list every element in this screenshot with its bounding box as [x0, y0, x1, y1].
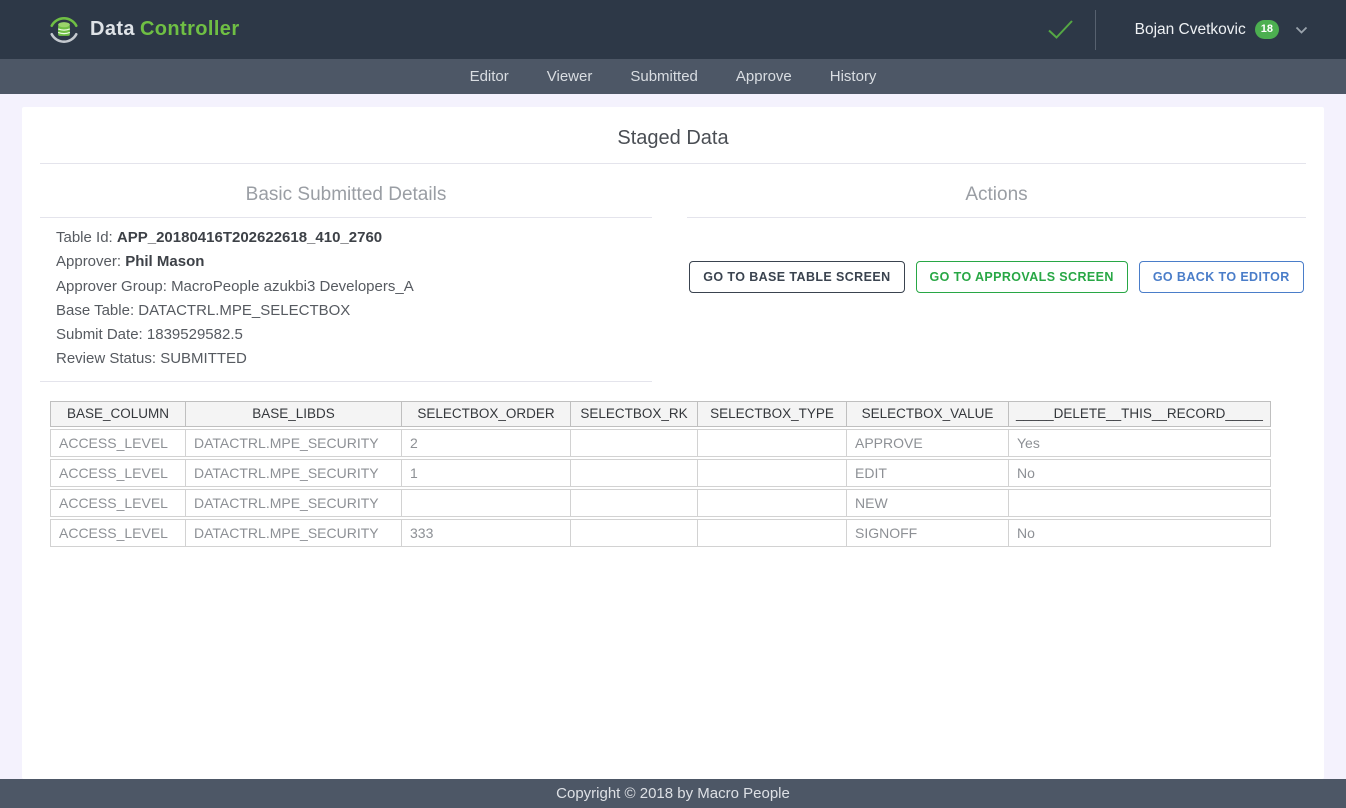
table-cell: DATACTRL.MPE_SECURITY: [185, 519, 401, 547]
copyright-text: Copyright © 2018 by Macro People: [556, 785, 790, 802]
table-cell: [570, 429, 697, 457]
basic-submitted-details-section: Basic Submitted Details Table Id: APP_20…: [40, 164, 652, 382]
table-cell: EDIT: [846, 459, 1008, 487]
column-header: BASE_COLUMN: [50, 401, 185, 427]
nav-item-viewer[interactable]: Viewer: [547, 68, 593, 85]
divider: [40, 381, 652, 382]
nav-item-submitted[interactable]: Submitted: [630, 68, 698, 85]
table-cell: DATACTRL.MPE_SECURITY: [185, 459, 401, 487]
app-logo: DataController: [48, 14, 240, 46]
detail-label: Approver Group:: [56, 278, 167, 295]
detail-value: 1839529582.5: [147, 326, 243, 343]
user-menu[interactable]: Bojan Cvetkovic 18: [1135, 20, 1308, 39]
column-header: SELECTBOX_VALUE: [846, 401, 1008, 427]
detail-label: Submit Date:: [56, 326, 143, 343]
table-cell: ACCESS_LEVEL: [50, 519, 185, 547]
detail-row: Base Table: DATACTRL.MPE_SELECTBOX: [56, 299, 652, 323]
divider: [687, 217, 1306, 218]
table-cell: NEW: [846, 489, 1008, 517]
details-list: Table Id: APP_20180416T202622618_410_276…: [40, 226, 652, 372]
column-header: SELECTBOX_ORDER: [401, 401, 570, 427]
nav-item-editor[interactable]: Editor: [470, 68, 509, 85]
chevron-down-icon: [1295, 26, 1308, 34]
column-header: _____DELETE__THIS__RECORD_____: [1008, 401, 1271, 427]
go-to-approvals-screen-button[interactable]: GO TO APPROVALS SCREEN: [916, 261, 1128, 293]
detail-value: DATACTRL.MPE_SELECTBOX: [138, 302, 350, 319]
database-sync-icon: [48, 14, 80, 46]
detail-row: Submit Date: 1839529582.5: [56, 323, 652, 347]
staged-data-table-wrap: BASE_COLUMNBASE_LIBDSSELECTBOX_ORDERSELE…: [50, 399, 1296, 549]
detail-label: Base Table:: [56, 302, 134, 319]
page-title: Staged Data: [40, 127, 1306, 150]
notification-badge: 18: [1255, 20, 1279, 39]
table-cell: ACCESS_LEVEL: [50, 459, 185, 487]
table-cell: No: [1008, 519, 1271, 547]
detail-value: Phil Mason: [125, 253, 204, 270]
go-to-base-table-screen-button[interactable]: GO TO BASE TABLE SCREEN: [689, 261, 904, 293]
detail-row: Table Id: APP_20180416T202622618_410_276…: [56, 226, 652, 250]
actions-buttons: GO TO BASE TABLE SCREEN GO TO APPROVALS S…: [687, 261, 1306, 293]
table-body: ACCESS_LEVELDATACTRL.MPE_SECURITY2APPROV…: [50, 429, 1271, 547]
table-cell: [697, 519, 846, 547]
table-row: ACCESS_LEVELDATACTRL.MPE_SECURITY2 APPROV…: [50, 429, 1271, 457]
table-cell: No: [1008, 459, 1271, 487]
detail-row: Approver: Phil Mason: [56, 250, 652, 274]
go-back-to-editor-button[interactable]: GO BACK TO EDITOR: [1139, 261, 1304, 293]
table-cell: DATACTRL.MPE_SECURITY: [185, 489, 401, 517]
table-row: ACCESS_LEVELDATACTRL.MPE_SECURITY333 SIGN…: [50, 519, 1271, 547]
table-cell: SIGNOFF: [846, 519, 1008, 547]
footer: Copyright © 2018 by Macro People: [0, 779, 1346, 808]
app-title-primary: Data: [90, 18, 135, 40]
column-header: SELECTBOX_TYPE: [697, 401, 846, 427]
table-cell: [570, 459, 697, 487]
nav: Editor Viewer Submitted Approve History: [0, 59, 1346, 94]
table-cell: DATACTRL.MPE_SECURITY: [185, 429, 401, 457]
column-header: BASE_LIBDS: [185, 401, 401, 427]
detail-row: Approver Group: MacroPeople azukbi3 Deve…: [56, 275, 652, 299]
user-name: Bojan Cvetkovic: [1135, 21, 1246, 39]
table-cell: 333: [401, 519, 570, 547]
table-cell: [570, 489, 697, 517]
detail-label: Table Id:: [56, 229, 113, 246]
detail-value: MacroPeople azukbi3 Developers_A: [171, 278, 414, 295]
nav-item-history[interactable]: History: [830, 68, 877, 85]
app-title-secondary: Controller: [140, 18, 240, 40]
detail-row: Review Status: SUBMITTED: [56, 347, 652, 371]
table-cell: APPROVE: [846, 429, 1008, 457]
details-actions-columns: Basic Submitted Details Table Id: APP_20…: [40, 164, 1306, 382]
table-cell: [570, 519, 697, 547]
table-cell: [697, 489, 846, 517]
detail-value: SUBMITTED: [160, 350, 247, 367]
header-divider: [1095, 10, 1096, 50]
actions-section-title: Actions: [687, 184, 1306, 206]
detail-label: Approver:: [56, 253, 121, 270]
table-cell: [1008, 489, 1271, 517]
top-header: DataController Bojan Cvetkovic 18: [0, 0, 1346, 59]
table-cell: [401, 489, 570, 517]
detail-label: Review Status:: [56, 350, 156, 367]
table-cell: Yes: [1008, 429, 1271, 457]
detail-value: APP_20180416T202622618_410_2760: [117, 229, 382, 246]
divider: [40, 217, 652, 218]
table-header-row: BASE_COLUMNBASE_LIBDSSELECTBOX_ORDERSELE…: [50, 401, 1271, 427]
staged-data-table: BASE_COLUMNBASE_LIBDSSELECTBOX_ORDERSELE…: [50, 399, 1271, 549]
table-cell: ACCESS_LEVEL: [50, 489, 185, 517]
table-cell: 1: [401, 459, 570, 487]
table-cell: [697, 459, 846, 487]
app-title: DataController: [90, 18, 240, 41]
actions-section: Actions GO TO BASE TABLE SCREEN GO TO APP…: [687, 164, 1306, 293]
details-section-title: Basic Submitted Details: [40, 184, 652, 206]
table-row: ACCESS_LEVELDATACTRL.MPE_SECURITY1 EDITNo: [50, 459, 1271, 487]
table-cell: 2: [401, 429, 570, 457]
staged-data-card: Staged Data Basic Submitted Details Tabl…: [22, 107, 1324, 779]
header-right: Bojan Cvetkovic 18: [1047, 10, 1308, 50]
table-cell: [697, 429, 846, 457]
check-icon: [1047, 19, 1074, 40]
column-header: SELECTBOX_RK: [570, 401, 697, 427]
nav-item-approve[interactable]: Approve: [736, 68, 792, 85]
table-row: ACCESS_LEVELDATACTRL.MPE_SECURITY NEW: [50, 489, 1271, 517]
table-cell: ACCESS_LEVEL: [50, 429, 185, 457]
main-area: Staged Data Basic Submitted Details Tabl…: [0, 94, 1346, 779]
